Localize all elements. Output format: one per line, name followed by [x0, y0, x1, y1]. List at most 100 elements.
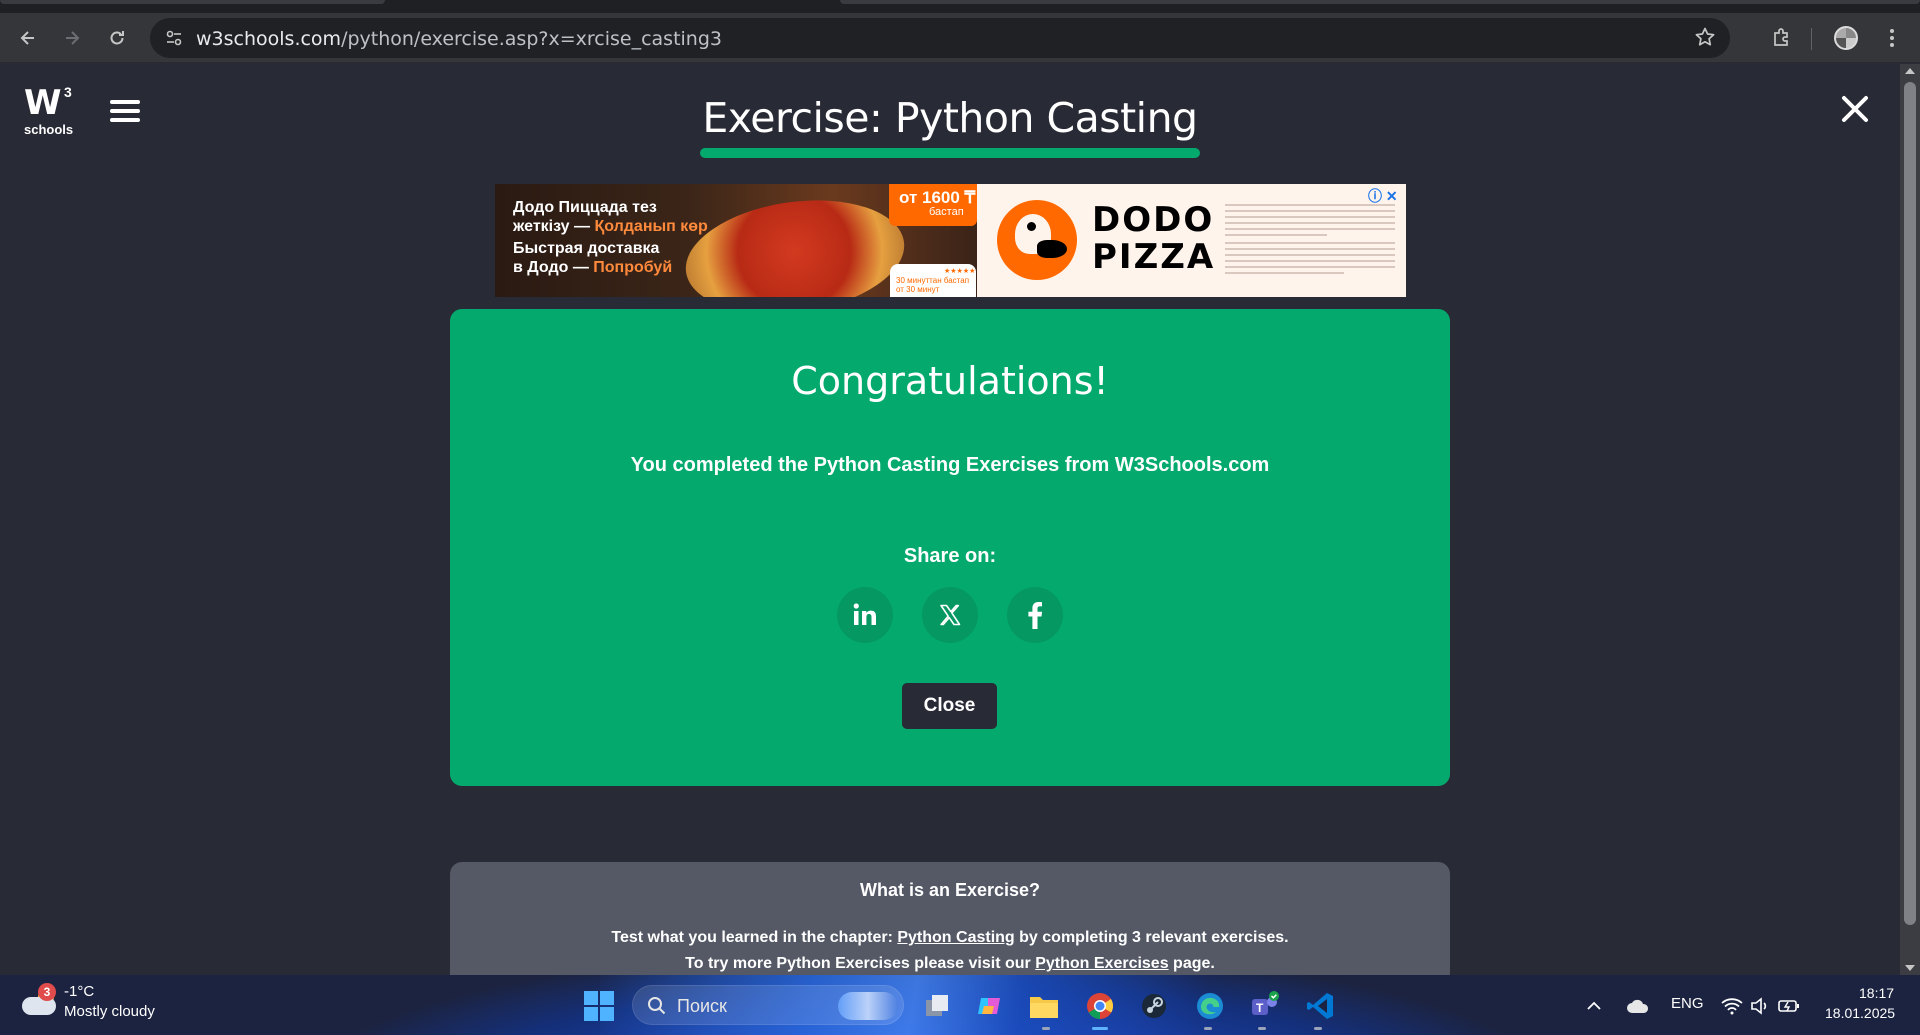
page-title: Exercise: Python Casting [702, 94, 1198, 142]
teams-icon[interactable]: T [1247, 989, 1281, 1023]
avatar [1834, 26, 1858, 50]
app-indicator [1042, 1027, 1050, 1030]
pizza-image [678, 187, 912, 297]
puzzle-icon [1774, 28, 1788, 46]
dodo-bird-logo-icon [997, 200, 1077, 280]
logo-letter: W [24, 83, 61, 123]
toolbar-divider [1811, 28, 1812, 50]
forward-button[interactable] [56, 22, 88, 54]
ad-text-ru: Быстрая доставка в Додо — Попробуй [513, 240, 673, 276]
brand-wordmark: DODO PIZZA [1092, 200, 1216, 277]
windows-taskbar: 3 -1°C Mostly cloudy Поиск T ENG 18:17 1… [0, 975, 1920, 1035]
site-info-icon[interactable] [162, 26, 186, 50]
profile-button[interactable] [1830, 22, 1862, 54]
share-linkedin-button[interactable] [837, 587, 893, 643]
facebook-icon [1028, 602, 1043, 629]
steam-icon[interactable] [1137, 989, 1171, 1023]
url-host: w3schools.com [196, 28, 342, 50]
ad-text-kz: Додо Пиццада тез жеткізу — Қолданып көр [513, 199, 708, 235]
congratulations-card: Congratulations! You completed the Pytho… [450, 309, 1450, 786]
exercise-info-card: What is an Exercise? Test what you learn… [450, 862, 1450, 975]
rating-stars-icon: ★★★★★ [944, 268, 976, 275]
file-explorer-icon[interactable] [1027, 989, 1061, 1023]
python-exercises-link[interactable]: Python Exercises [1035, 955, 1168, 972]
price-tag: от 1600 ₸ бастап [889, 184, 977, 226]
onedrive-cloud-icon[interactable] [1620, 989, 1656, 1023]
price-subtext: бастап [929, 206, 964, 218]
app-indicator-active [1092, 1027, 1108, 1030]
browser-toolbar: w3schools.com/python/exercise.asp?x=xrci… [0, 13, 1920, 63]
price-text: от 1600 ₸ [899, 188, 976, 207]
info-icon[interactable]: ⓘ [1368, 188, 1382, 204]
weather-condition: Mostly cloudy [64, 1003, 155, 1020]
app-indicator [1314, 1027, 1322, 1030]
clock-time[interactable]: 18:17 [1859, 985, 1894, 1001]
taskbar-search[interactable]: Поиск [632, 985, 904, 1025]
url-text[interactable]: w3schools.com/python/exercise.asp?x=xrci… [196, 28, 722, 50]
more-vert-icon [1890, 29, 1894, 47]
share-x-button[interactable] [922, 587, 978, 643]
tray-overflow-chevron-up-icon[interactable] [1582, 989, 1606, 1023]
app-indicator [1204, 1027, 1212, 1030]
python-casting-link[interactable]: Python Casting [897, 929, 1014, 946]
back-button[interactable] [12, 22, 44, 54]
search-icon [648, 997, 666, 1015]
info-line-1: Test what you learned in the chapter: Py… [611, 929, 1289, 946]
title-underline [700, 148, 1200, 158]
x-twitter-icon [940, 604, 961, 626]
volume-icon[interactable] [1746, 989, 1774, 1023]
completion-message: You completed the Python Casting Exercis… [630, 454, 1270, 476]
extensions-button[interactable] [1766, 22, 1798, 54]
search-label: Поиск [677, 996, 727, 1016]
share-label: Share on: [903, 545, 997, 567]
ad-fine-print [1225, 204, 1395, 278]
edge-icon[interactable] [1193, 989, 1227, 1023]
tab-edge [0, 0, 385, 4]
close-button[interactable]: Close [902, 683, 997, 729]
search-highlight-image [838, 992, 898, 1020]
weather-badge: 3 [38, 983, 56, 1001]
chrome-icon[interactable] [1083, 989, 1117, 1023]
reload-button[interactable] [101, 22, 133, 54]
logo-superscript: 3 [64, 84, 72, 100]
scroll-up-arrow-icon[interactable] [1905, 68, 1915, 74]
tab-edge [840, 0, 1920, 4]
congrats-heading: Congratulations! [791, 359, 1109, 403]
task-view-icon[interactable] [920, 989, 954, 1023]
share-facebook-button[interactable] [1007, 587, 1063, 643]
menu-button[interactable] [1876, 22, 1908, 54]
wifi-icon[interactable] [1718, 989, 1746, 1023]
address-bar[interactable]: w3schools.com/python/exercise.asp?x=xrci… [150, 18, 1730, 58]
w3schools-logo[interactable]: W 3 schools [24, 83, 78, 138]
linkedin-icon [853, 603, 876, 625]
vscode-icon[interactable] [1303, 989, 1337, 1023]
arrow-left-icon [20, 31, 34, 45]
close-icon[interactable] [1838, 92, 1872, 126]
app-indicator [1258, 1027, 1266, 1030]
info-title: What is an Exercise? [859, 880, 1041, 900]
tab-strip [0, 0, 1920, 13]
copilot-icon[interactable] [972, 989, 1006, 1023]
page-scrollbar[interactable] [1900, 64, 1920, 975]
promo-badge: ★★★★★ 30 минуттан бастап от 30 минут [890, 264, 976, 297]
ad-photo: Додо Пиццада тез жеткізу — Қолданып көр … [495, 184, 977, 297]
windows-start-icon[interactable] [584, 991, 614, 1021]
scroll-down-arrow-icon[interactable] [1905, 965, 1915, 971]
bookmark-star-icon[interactable] [1694, 26, 1716, 53]
battery-icon[interactable] [1774, 989, 1804, 1023]
ad-choices[interactable]: ⓘ ✕ [1368, 186, 1398, 206]
temperature: -1°C [64, 983, 95, 1000]
reload-icon [110, 31, 124, 45]
logo-subtext: schools [24, 122, 74, 137]
scroll-thumb[interactable] [1904, 82, 1916, 925]
info-line-2: To try more Python Exercises please visi… [685, 955, 1215, 972]
advertisement-banner[interactable]: Додо Пиццада тез жеткізу — Қолданып көр … [495, 184, 1406, 297]
url-path: /python/exercise.asp?x=xrcise_casting3 [341, 28, 722, 50]
hamburger-menu-icon[interactable] [110, 100, 140, 126]
input-language[interactable]: ENG [1671, 995, 1704, 1012]
promo-text: 30 минуттан бастап от 30 минут [896, 276, 970, 294]
arrow-right-icon [66, 31, 80, 45]
clock-date[interactable]: 18.01.2025 [1825, 1005, 1895, 1021]
ad-close-icon[interactable]: ✕ [1386, 188, 1398, 204]
svg-text:T: T [1256, 1001, 1264, 1015]
